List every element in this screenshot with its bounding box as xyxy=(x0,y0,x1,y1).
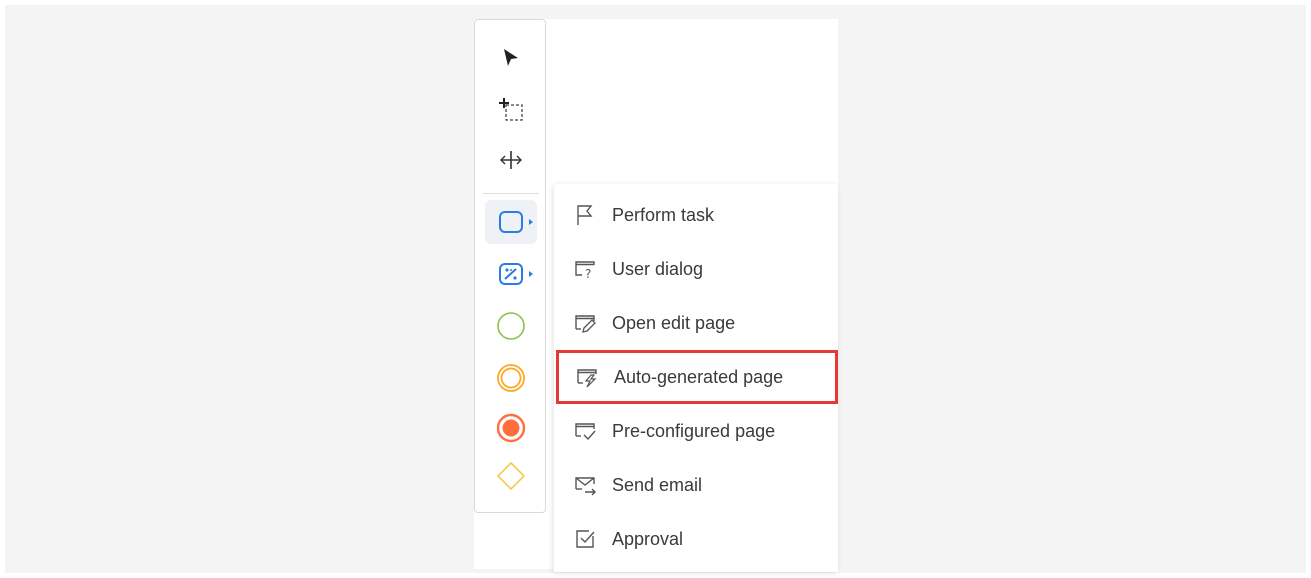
menu-item-label: User dialog xyxy=(612,258,704,279)
gateway-button[interactable] xyxy=(485,454,537,498)
pointer-tool-button[interactable] xyxy=(485,36,537,80)
task-shape-icon xyxy=(499,211,523,233)
end-event-button[interactable] xyxy=(485,406,537,450)
intermediate-event-button[interactable] xyxy=(485,356,537,400)
menu-item-perform-task[interactable]: Perform task xyxy=(554,188,838,242)
auto-page-icon xyxy=(574,364,600,390)
pointer-arrow-icon xyxy=(504,49,518,66)
menu-item-label: Perform task xyxy=(612,204,715,225)
script-task-button[interactable] xyxy=(485,252,537,296)
edit-page-icon xyxy=(572,310,598,336)
send-email-icon xyxy=(572,472,598,498)
task-shape-button[interactable] xyxy=(485,200,537,244)
toolbar-divider xyxy=(483,193,539,194)
gateway-icon xyxy=(496,461,526,491)
marquee-select-icon xyxy=(499,98,523,121)
menu-item-label: Approval xyxy=(612,528,684,549)
menu-item-auto-generated-page[interactable]: Auto-generated page xyxy=(556,350,838,404)
menu-item-label: Open edit page xyxy=(612,312,736,333)
space-tool-icon xyxy=(500,151,522,169)
menu-item-open-edit-page[interactable]: Open edit page xyxy=(554,296,838,350)
end-event-icon xyxy=(496,413,526,443)
approval-icon xyxy=(572,526,598,552)
preconfigured-page-icon xyxy=(572,418,598,444)
menu-item-label: Send email xyxy=(612,474,703,495)
intermediate-event-icon xyxy=(497,364,525,392)
chevron-right-icon xyxy=(529,219,533,225)
marquee-select-button[interactable] xyxy=(485,88,537,132)
start-event-button[interactable] xyxy=(485,304,537,348)
menu-item-send-email[interactable]: Send email xyxy=(554,458,838,512)
menu-item-pre-configured-page[interactable]: Pre-configured page xyxy=(554,404,838,458)
element-toolbar xyxy=(474,19,546,513)
space-tool-button[interactable] xyxy=(485,138,537,182)
menu-item-user-dialog[interactable]: ? User dialog xyxy=(554,242,838,296)
svg-text:?: ? xyxy=(585,267,591,281)
menu-item-label: Pre-configured page xyxy=(612,420,776,441)
task-type-menu: Perform task ? User dialog Open edit pag… xyxy=(554,184,838,572)
menu-item-label: Auto-generated page xyxy=(614,366,784,387)
flag-icon xyxy=(572,202,598,228)
chevron-right-icon xyxy=(529,271,533,277)
user-dialog-icon: ? xyxy=(572,256,598,282)
script-task-icon xyxy=(499,263,523,285)
start-event-icon xyxy=(497,312,525,340)
menu-item-approval[interactable]: Approval xyxy=(554,512,838,566)
